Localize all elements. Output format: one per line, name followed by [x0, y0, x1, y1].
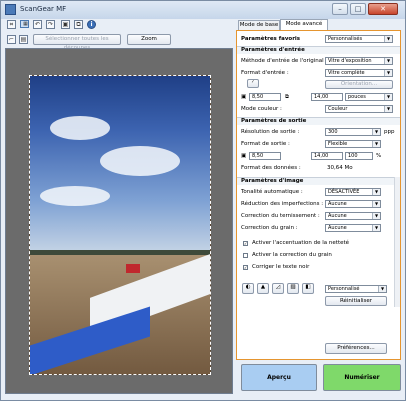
resolution-label: Résolution de sortie : [241, 129, 300, 135]
input-method-label: Méthode d'entrée de l'original : [241, 58, 328, 64]
tone-curve-icon[interactable]: ◿ [272, 283, 284, 294]
adjust-preset-select[interactable]: Personnalisé ▼ [325, 285, 387, 293]
rotate-left-icon[interactable]: ↶ [33, 20, 42, 29]
auto-tone-select[interactable]: DÉSACTIVÉE ▼ [325, 188, 381, 196]
color-balance-icon[interactable]: ◧ [302, 283, 314, 294]
scanner-app-icon [5, 4, 16, 15]
resolution-select[interactable]: 300 ▼ [325, 128, 381, 136]
image-settings-header[interactable]: Paramètres d'image [237, 177, 400, 185]
scan-button[interactable]: Numériser [323, 364, 401, 391]
output-size-select[interactable]: Flexible ▼ [325, 140, 381, 148]
resolution-unit: ppp [384, 129, 395, 135]
scale-field[interactable]: 100 [345, 152, 373, 160]
rotate-right-icon[interactable]: ↷ [46, 20, 55, 29]
color-mode-select[interactable]: Couleur ▼ [325, 105, 393, 113]
output-size-label: Format de sortie : [241, 141, 290, 147]
title-bar: ScanGear MF – □ ✕ [1, 1, 405, 19]
maximize-button[interactable]: □ [350, 3, 366, 15]
close-button[interactable]: ✕ [368, 3, 398, 15]
tab-advanced-mode[interactable]: Mode avancé [280, 19, 328, 30]
input-size-label: Format d'entrée : [241, 70, 289, 76]
output-settings-header[interactable]: Paramètres de sortie [237, 117, 400, 125]
tab-basic-mode[interactable]: Mode de base [238, 20, 280, 30]
remove-crop-icon[interactable]: ⧉ [74, 20, 83, 29]
auto-crop-icon[interactable]: ▣ [61, 20, 70, 29]
image-cloud [40, 186, 110, 206]
preview-button[interactable]: Aperçu [241, 364, 317, 391]
reduce-imperfections-select[interactable]: Aucune ▼ [325, 200, 381, 208]
fading-label: Correction du ternissement : [241, 213, 320, 219]
unsharp-checkbox[interactable]: ✓ [243, 241, 248, 246]
image-cloud [50, 116, 110, 140]
data-size-value: 30,64 Mo [327, 165, 353, 171]
grain-select[interactable]: Aucune ▼ [325, 224, 381, 232]
color-mode-label: Mode couleur : [241, 106, 282, 112]
input-settings-header[interactable]: Paramètres d'entrée [237, 46, 400, 54]
input-width-field[interactable]: 8,50 [249, 93, 281, 101]
preview-toolbar: ⌗ ▦ ↶ ↷ ▣ ⧉ i [3, 19, 233, 32]
brightness-icon[interactable]: ◐ [242, 283, 254, 294]
auto-tone-label: Tonalité automatique : [241, 189, 303, 195]
scangear-window: ScanGear MF – □ ✕ ⌗ ▦ ↶ ↷ ▣ ⧉ i ⌐ ▤ Séle… [0, 0, 406, 401]
input-size-select[interactable]: Vitre complète ▼ [325, 69, 393, 77]
thumbnail-view-icon[interactable]: ▦ [20, 20, 29, 28]
unsharp-label: Activer l'accentuation de la netteté [252, 240, 350, 246]
output-width-field[interactable]: 8,50 [249, 152, 281, 160]
preview-toolbar-2: ⌐ ▤ Sélectionner toutes les découpes Zoo… [3, 34, 233, 51]
input-method-select[interactable]: Vitre d'exposition ▼ [325, 57, 393, 65]
minimize-button[interactable]: – [332, 3, 348, 15]
preview-image[interactable] [29, 75, 211, 375]
window-title: ScanGear MF [20, 5, 67, 13]
mode-tabs: Mode de base Mode avancé [236, 19, 404, 30]
data-size-label: Format des données : [241, 165, 301, 171]
correct-black-text-checkbox[interactable]: ✓ [243, 265, 248, 270]
grain-label: Correction du grain : [241, 225, 298, 231]
favorites-label: Paramètres favoris [241, 36, 301, 42]
output-lock-icon[interactable]: ▣ [241, 153, 246, 159]
output-height-field[interactable]: 14,00 [311, 152, 343, 160]
crop-icon[interactable]: ⌗ [7, 20, 16, 29]
reduce-imperfections-label: Réduction des imperfections : [241, 201, 324, 207]
select-all-crops-button[interactable]: Sélectionner toutes les découpes [33, 34, 121, 51]
input-height-field[interactable]: 14,00 [311, 93, 343, 101]
preferences-button[interactable]: Préférences... [325, 343, 387, 354]
mirror-icon[interactable]: ▤ [19, 35, 28, 44]
crop-frame-icon[interactable]: ⌐ [7, 35, 16, 44]
favorites-select[interactable]: Personnalisés ▼ [325, 35, 393, 43]
lock-icon[interactable]: ▣ [241, 94, 246, 100]
zoom-button[interactable]: Zoom [127, 34, 171, 45]
grain-correction-checkbox[interactable] [243, 253, 248, 258]
aspect-link-icon[interactable]: ⧉ [285, 94, 289, 101]
grain-correction-label: Activer la correction du grain [252, 252, 332, 258]
scale-unit: % [376, 153, 382, 159]
image-cloud [100, 146, 180, 176]
info-icon[interactable]: i [87, 20, 96, 29]
advanced-settings-panel: Paramètres favoris Personnalisés ▼ Paramè… [236, 30, 401, 360]
image-settings-scrollbar[interactable] [394, 177, 400, 307]
orientation-button[interactable]: Orientation... [325, 80, 393, 89]
image-flag [126, 264, 140, 273]
fading-select[interactable]: Aucune ▼ [325, 212, 381, 220]
threshold-icon[interactable]: ▨ [287, 283, 299, 294]
unit-select[interactable]: pouces ▼ [345, 93, 393, 101]
correct-black-text-label: Corriger le texte noir [252, 264, 310, 270]
orientation-icon[interactable]: ◜ [247, 79, 259, 88]
reset-button[interactable]: Réinitialiser [325, 296, 387, 306]
histogram-icon[interactable]: ▲ [257, 283, 269, 294]
